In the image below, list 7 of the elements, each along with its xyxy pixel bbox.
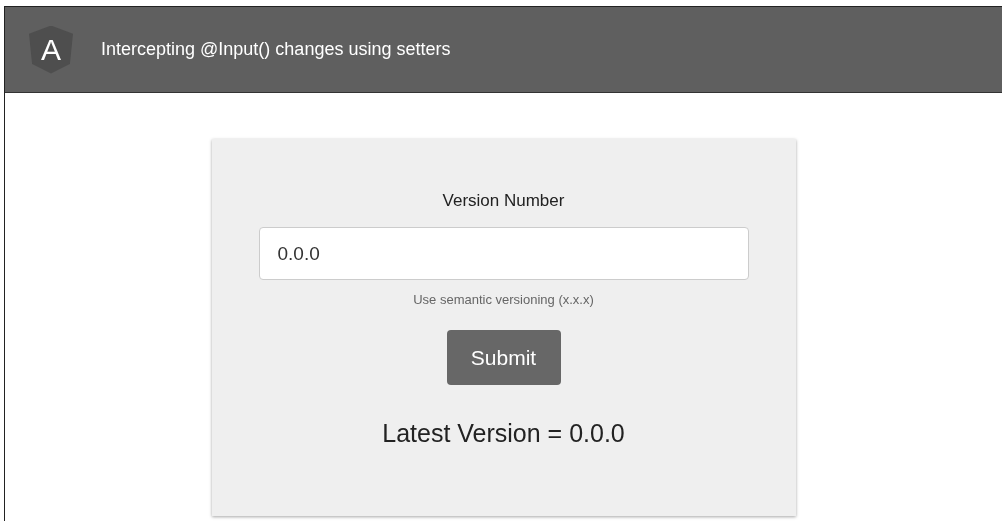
app-title: Intercepting @Input() changes using setters <box>101 39 451 60</box>
latest-version-text: Latest Version = 0.0.0 <box>382 419 625 448</box>
field-label: Version Number <box>442 191 565 211</box>
submit-button[interactable]: Submit <box>446 330 561 385</box>
logo: A <box>29 25 73 74</box>
hint-text: Use semantic versioning (x.x.x) <box>413 292 594 307</box>
version-input[interactable]: 0.0.0 <box>258 227 749 280</box>
